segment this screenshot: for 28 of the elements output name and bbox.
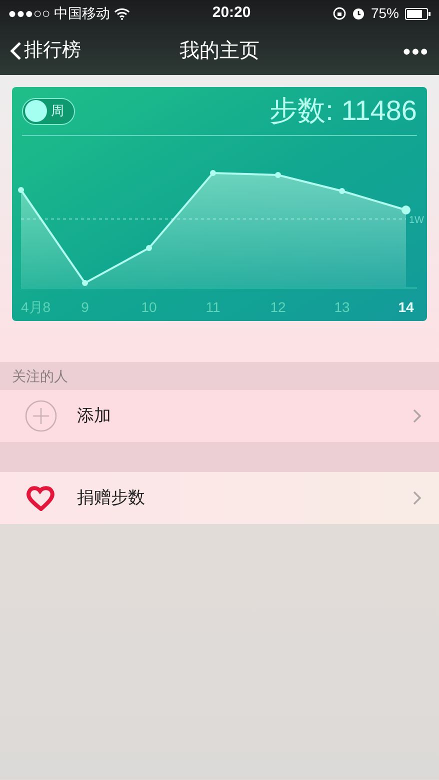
reference-label: 1W: [409, 215, 424, 226]
clock-time: 20:20: [212, 3, 251, 24]
list-row[interactable]: 添加: [0, 390, 439, 442]
section-header: 关注的人: [12, 366, 68, 386]
date-label[interactable]: 14: [398, 299, 414, 315]
back-chevron-icon: [10, 41, 22, 61]
heart-icon: [25, 485, 57, 511]
chevron-icon: [413, 409, 421, 423]
date-label[interactable]: 11: [206, 299, 220, 315]
date-label[interactable]: 12: [270, 299, 286, 315]
chevron-icon: [413, 491, 421, 505]
more-button[interactable]: •••: [402, 34, 429, 68]
date-label[interactable]: 4月8: [21, 299, 51, 315]
plus-icon: [25, 400, 57, 432]
date-label[interactable]: 9: [81, 299, 89, 315]
step-count: 步数: 11486: [270, 94, 417, 128]
date-label[interactable]: 13: [334, 299, 350, 315]
carrier-name: ●●●○○ 中国移动: [8, 4, 110, 23]
back-button[interactable]: 排行榜: [10, 36, 81, 66]
alarm-icon: [352, 7, 365, 20]
date-label[interactable]: 10: [141, 299, 157, 315]
page-title: 我的主页: [180, 39, 260, 64]
rotation-lock-icon: [332, 7, 346, 20]
week-toggle[interactable]: 周: [22, 98, 75, 124]
list-row[interactable]: 捐赠步数: [0, 472, 439, 524]
battery-icon: [404, 8, 431, 20]
wifi-icon: [114, 8, 130, 20]
battery-percent: 75%: [370, 4, 399, 23]
